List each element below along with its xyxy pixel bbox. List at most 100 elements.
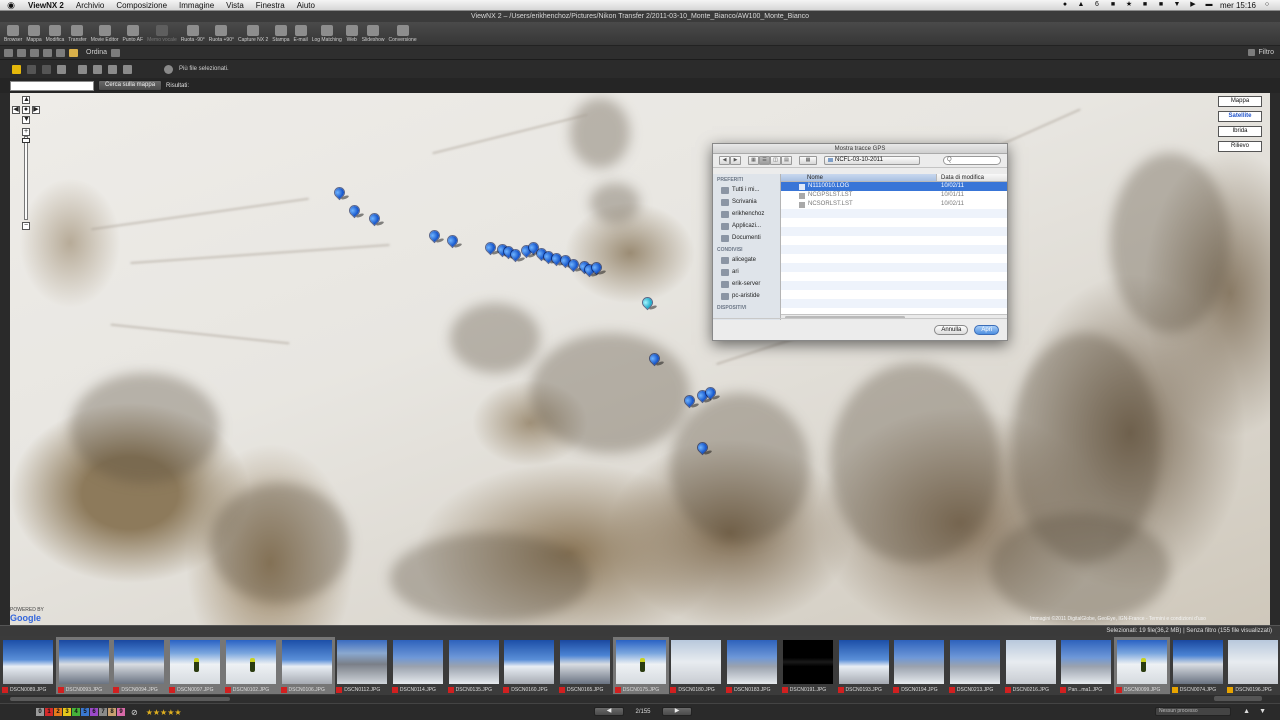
map-search-input[interactable] (10, 80, 94, 91)
pan-left-button[interactable]: ◀ (12, 106, 20, 114)
prev-image-button[interactable]: ◀ (594, 707, 624, 716)
wifi-icon[interactable]: ▼ (1172, 1, 1182, 9)
toolbar-button-10[interactable]: Stampa (270, 21, 291, 45)
track-tool-icon[interactable] (57, 64, 66, 74)
zoom-out-button[interactable]: − (22, 222, 30, 230)
coverflow-view-button[interactable]: ▤ (781, 156, 792, 165)
photo-location-pin[interactable] (643, 298, 652, 311)
label-9[interactable]: 9 (117, 708, 125, 716)
photo-location-pin[interactable] (430, 231, 439, 244)
toolbar-button-9[interactable]: Capture NX 2 (236, 21, 270, 45)
toolbar-button-11[interactable]: E-mail (292, 21, 310, 45)
sidebar-item[interactable]: Documenti (713, 232, 780, 244)
layout-icon[interactable] (30, 48, 39, 57)
sidebar-item[interactable]: erik-server (713, 278, 780, 290)
photo-location-pin[interactable] (448, 236, 457, 249)
pan-down-button[interactable]: ▼ (22, 116, 30, 124)
label-6[interactable]: 6 (90, 708, 98, 716)
thumbnail[interactable]: DSCN0135.JPG (446, 637, 502, 694)
layout-icon[interactable] (56, 48, 65, 57)
sort-order-icon[interactable] (111, 48, 121, 57)
map-type-1[interactable]: Satellite (1218, 111, 1262, 122)
photo-location-pin[interactable] (592, 263, 601, 276)
menu-vista[interactable]: Vista (220, 1, 250, 10)
sidebar-item[interactable]: Tutti i mi... (713, 184, 780, 196)
open-button[interactable]: Apri (974, 324, 999, 335)
photo-location-pin[interactable] (650, 354, 659, 367)
folder-popup[interactable]: NCFL-03-10-2011 (824, 156, 920, 165)
toolbar-button-1[interactable]: Mappa (24, 21, 43, 45)
toolbar-button-13[interactable]: Web (344, 21, 360, 45)
photo-location-pin[interactable] (569, 260, 578, 273)
filmstrip-scrollbar[interactable] (0, 695, 1280, 703)
thumbnail[interactable]: DSCN0183.JPG (724, 637, 780, 694)
clear-rating-icon[interactable]: ⊘ (131, 708, 138, 717)
rotate-tool-icon[interactable] (42, 64, 51, 74)
thumbnail[interactable]: DSCN0089.JPG (0, 637, 56, 694)
thumbnail[interactable]: DSCN0175.JPG (612, 637, 669, 694)
menu-aiuto[interactable]: Aiuto (291, 1, 321, 10)
zoom-slider-handle[interactable] (22, 138, 30, 143)
dialog-search-field[interactable]: Q (943, 156, 1001, 165)
toolbar-button-2[interactable]: Modifica (44, 21, 67, 45)
photo-location-pin[interactable] (698, 443, 707, 456)
rating-stars[interactable]: ★★★★★ (146, 708, 182, 717)
pan-right-button[interactable]: ▶ (32, 106, 40, 114)
menubar-extra-icon[interactable]: ■ (1140, 1, 1150, 9)
toolbar-button-0[interactable]: Browser (2, 21, 24, 45)
badge-count[interactable]: 6 (1092, 1, 1102, 9)
toolbar-button-8[interactable]: Ruota +90° (207, 21, 236, 45)
menu-finestra[interactable]: Finestra (250, 1, 291, 10)
file-row[interactable]: N1110010.LOG 10/02/11 (781, 182, 1007, 191)
crosshair-icon[interactable] (164, 64, 173, 74)
thumbnail[interactable]: DSCN0160.JPG (501, 637, 557, 694)
cancel-button[interactable]: Annulla (934, 324, 969, 335)
photo-location-pin[interactable] (370, 214, 379, 227)
thumbnail[interactable]: DSCN0191.JPG (780, 637, 836, 694)
battery-icon[interactable]: ▬ (1204, 1, 1214, 9)
thumbnail[interactable]: DSCN0216.JPG (1003, 637, 1059, 694)
image-tool-icon[interactable] (123, 64, 132, 74)
zoom-in-button[interactable]: + (22, 128, 30, 136)
photo-location-pin[interactable] (511, 250, 520, 263)
thumbnail[interactable]: DSCN0112.JPG (334, 637, 390, 694)
menu-composizione[interactable]: Composizione (110, 1, 173, 10)
thumbnail[interactable]: DSCN0196.JPG (1225, 637, 1280, 694)
thumbnail[interactable]: Pan...ma1.JPG (1058, 637, 1114, 694)
app-menu[interactable]: ViewNX 2 (22, 1, 70, 10)
pan-reset-button[interactable]: ● (22, 106, 30, 114)
icon-view-button[interactable]: ▦ (748, 156, 759, 165)
photo-location-pin[interactable] (685, 396, 694, 409)
sidebar-item[interactable]: erikhenchoz (713, 208, 780, 220)
photo-location-pin[interactable] (335, 188, 344, 201)
thumbnail[interactable]: DSCN0194.JPG (891, 637, 947, 694)
menubar-extra-icon[interactable]: ■ (1156, 1, 1166, 9)
layout-icon[interactable] (17, 48, 26, 57)
sidebar-item[interactable]: Applicazi... (713, 220, 780, 232)
label-5[interactable]: 5 (81, 708, 89, 716)
clock[interactable]: mer 15:16 (1220, 1, 1256, 10)
menubar-extra-icon[interactable]: ● (1060, 1, 1070, 9)
file-row[interactable]: NCGPSLST.LST 10/01/11 (781, 191, 1007, 200)
zoom-slider[interactable] (24, 136, 28, 220)
label-0[interactable]: 0 (36, 708, 44, 716)
toolbar-button-14[interactable]: Slideshow (360, 21, 387, 45)
column-name[interactable]: Nome (781, 174, 937, 181)
spotlight-icon[interactable]: ○ (1262, 1, 1272, 9)
sidebar-item[interactable]: Scrivania (713, 196, 780, 208)
select-tool-icon[interactable] (12, 64, 21, 74)
toolbar-button-4[interactable]: Movie Editor (89, 21, 121, 45)
edit-tool-icon[interactable] (93, 64, 102, 74)
filter-toggle[interactable]: Filtro (1248, 49, 1280, 56)
collapse-icon[interactable]: ▼ (1259, 708, 1266, 715)
thumbnail[interactable]: DSCN0099.JPG (1114, 637, 1170, 694)
thumbnail[interactable]: DSCN0180.JPG (668, 637, 724, 694)
sidebar-item[interactable]: pc-aristide (713, 290, 780, 302)
column-date[interactable]: Data di modifica (937, 174, 984, 181)
folder-icon[interactable] (69, 48, 78, 57)
thumbnail[interactable]: DSCN0102.JPG (222, 637, 279, 694)
forward-button[interactable]: ▶ (730, 156, 741, 165)
toolbar-button-12[interactable]: Log Matching (310, 21, 344, 45)
photo-location-pin[interactable] (486, 243, 495, 256)
thumbnail[interactable]: DSCN0106.JPG (278, 637, 335, 694)
